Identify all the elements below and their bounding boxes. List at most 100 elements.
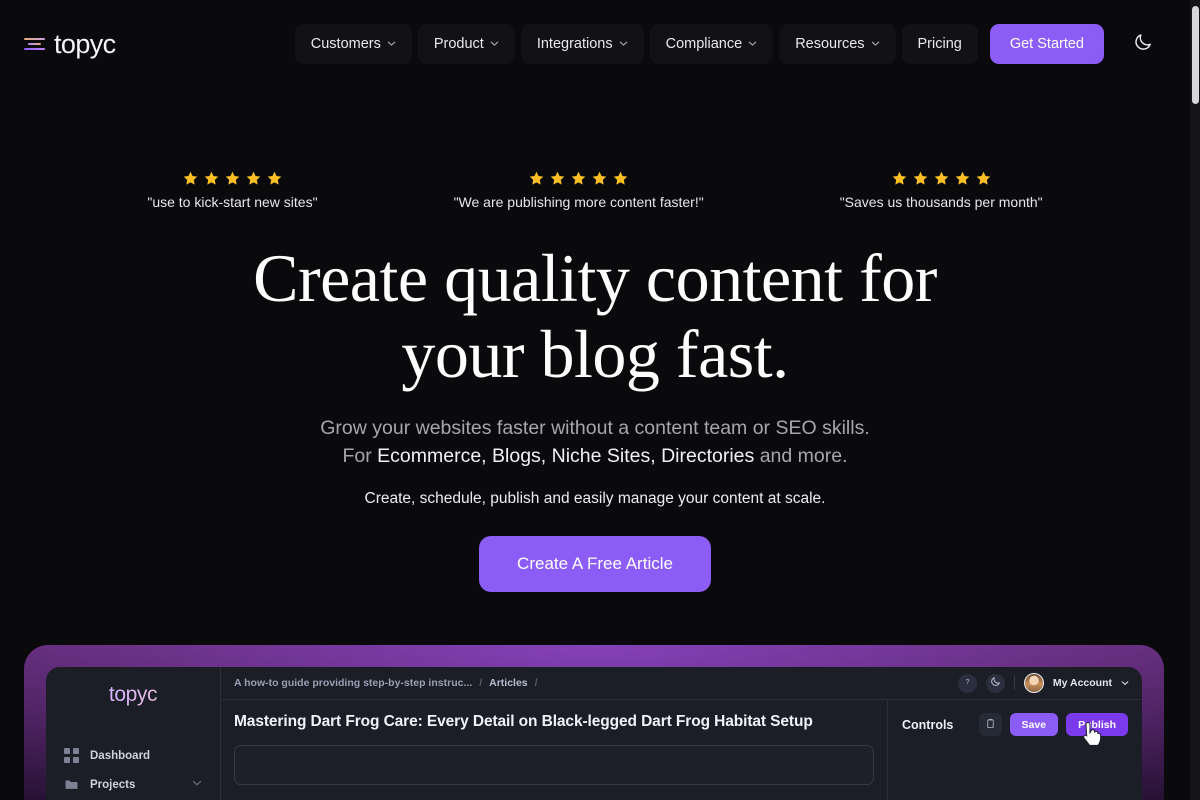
hero-cta-wrap: Create A Free Article bbox=[0, 536, 1190, 592]
star-icon bbox=[529, 171, 544, 185]
star-icon bbox=[976, 171, 990, 185]
star-icon bbox=[934, 171, 948, 185]
controls-row: Controls Save Publish bbox=[902, 713, 1128, 736]
scrollbar-thumb[interactable] bbox=[1192, 6, 1199, 104]
nav-item-customers[interactable]: Customers bbox=[294, 24, 412, 64]
app-theme-toggle-button[interactable] bbox=[985, 673, 1005, 693]
get-started-label: Get Started bbox=[1009, 36, 1084, 52]
nav-label: Customers bbox=[310, 36, 381, 52]
chevron-down-icon bbox=[387, 39, 396, 48]
nav-item-product[interactable]: Product bbox=[417, 24, 515, 64]
star-icon bbox=[267, 171, 282, 185]
theme-toggle-button[interactable] bbox=[1126, 27, 1160, 61]
folder-icon bbox=[64, 777, 79, 792]
star-icon bbox=[183, 171, 198, 185]
svg-text:?: ? bbox=[965, 679, 969, 686]
create-free-article-button[interactable]: Create A Free Article bbox=[479, 536, 711, 592]
nav-label: Product bbox=[433, 36, 484, 52]
testimonial-quote: "We are publishing more content faster!" bbox=[453, 194, 704, 210]
app-body: Mastering Dart Frog Care: Every Detail o… bbox=[221, 700, 1142, 800]
testimonial-quote: "Saves us thousands per month" bbox=[839, 194, 1043, 210]
nav-label: Pricing bbox=[917, 36, 962, 52]
breadcrumb-current: A how-to guide providing step-by-step in… bbox=[234, 677, 473, 689]
star-rating bbox=[147, 170, 317, 187]
article-title: Mastering Dart Frog Care: Every Detail o… bbox=[234, 713, 813, 730]
clipboard-icon bbox=[985, 716, 996, 734]
get-started-button[interactable]: Get Started bbox=[989, 24, 1104, 64]
star-icon bbox=[892, 171, 906, 185]
breadcrumb-articles[interactable]: Articles bbox=[489, 677, 528, 689]
controls-label: Controls bbox=[902, 717, 954, 732]
sidebar-item-projects[interactable]: Projects bbox=[46, 770, 220, 799]
app-window: topyc Dashboard Projects A how-to guide … bbox=[46, 667, 1142, 800]
app-topbar: A how-to guide providing step-by-step in… bbox=[221, 667, 1142, 700]
testimonials-row: "use to kick-start new sites" "We are pu… bbox=[0, 170, 1190, 210]
subtitle-prefix: For bbox=[342, 445, 378, 467]
app-topbar-actions: ? My Account bbox=[957, 673, 1129, 693]
moon-icon bbox=[990, 674, 1001, 692]
sidebar-item-label: Projects bbox=[90, 778, 136, 791]
nav-label: Compliance bbox=[665, 36, 743, 52]
subtitle-line-1: Grow your websites faster without a cont… bbox=[320, 417, 870, 439]
divider bbox=[1013, 676, 1015, 690]
moon-icon bbox=[1133, 32, 1153, 57]
nav-label: Integrations bbox=[536, 36, 613, 52]
grid-icon bbox=[64, 748, 79, 763]
nav-item-pricing[interactable]: Pricing bbox=[901, 24, 978, 64]
brand-logo[interactable]: topyc bbox=[24, 29, 116, 60]
hamburger-gradient-icon bbox=[24, 38, 45, 50]
testimonial-1: "use to kick-start new sites" bbox=[147, 170, 318, 210]
headline-line-1: Create quality content for bbox=[253, 240, 937, 316]
app-preview-frame: topyc Dashboard Projects A how-to guide … bbox=[24, 645, 1164, 800]
chevron-down-icon bbox=[748, 39, 757, 48]
testimonial-3: "Saves us thousands per month" bbox=[840, 170, 1043, 210]
landing-page: topyc Customers Product Integrations Com… bbox=[0, 0, 1200, 800]
chevron-down-icon bbox=[619, 39, 628, 48]
chevron-down-icon bbox=[871, 39, 880, 48]
page-scrollbar[interactable] bbox=[1190, 0, 1200, 800]
save-button[interactable]: Save bbox=[1009, 713, 1059, 736]
nav-item-resources[interactable]: Resources bbox=[779, 24, 896, 64]
subtitle-line-2: For Ecommerce, Blogs, Niche Sites, Direc… bbox=[0, 442, 1190, 470]
top-navigation: topyc Customers Product Integrations Com… bbox=[0, 0, 1190, 88]
testimonial-quote: "use to kick-start new sites" bbox=[147, 194, 318, 210]
avatar bbox=[1023, 673, 1044, 693]
star-icon bbox=[592, 171, 607, 185]
headline-line-2: your blog fast. bbox=[401, 316, 789, 392]
nav-item-compliance[interactable]: Compliance bbox=[649, 24, 774, 64]
star-icon bbox=[913, 171, 927, 185]
brand-name: topyc bbox=[54, 28, 116, 59]
chevron-down-icon bbox=[192, 778, 202, 791]
publish-button[interactable]: Publish bbox=[1066, 713, 1128, 736]
hero-section: Create quality content for your blog fas… bbox=[0, 240, 1190, 592]
subtitle-suffix: and more. bbox=[754, 445, 848, 467]
star-icon bbox=[204, 171, 219, 185]
account-label[interactable]: My Account bbox=[1053, 677, 1112, 689]
breadcrumb-separator: / bbox=[479, 677, 483, 689]
app-sidebar-logo: topyc bbox=[46, 683, 220, 707]
chevron-down-icon bbox=[490, 39, 499, 48]
article-editor-field[interactable] bbox=[234, 745, 874, 785]
hero-subtitle: Grow your websites faster without a cont… bbox=[0, 414, 1190, 470]
star-icon bbox=[246, 171, 261, 185]
star-icon bbox=[955, 171, 969, 185]
breadcrumb-separator: / bbox=[534, 677, 538, 689]
app-sidebar: topyc Dashboard Projects bbox=[46, 667, 221, 800]
sidebar-item-label: Dashboard bbox=[90, 749, 151, 762]
help-button[interactable]: ? bbox=[957, 673, 977, 693]
subtitle-highlight: Ecommerce, Blogs, Niche Sites, Directori… bbox=[377, 445, 755, 467]
app-main: A how-to guide providing step-by-step in… bbox=[221, 667, 1142, 800]
star-icon bbox=[225, 171, 240, 185]
page-title: Create quality content for your blog fas… bbox=[215, 240, 975, 392]
nav-item-integrations[interactable]: Integrations bbox=[520, 24, 644, 64]
question-circle-icon: ? bbox=[962, 674, 973, 692]
star-rating bbox=[840, 170, 1043, 187]
star-rating bbox=[454, 170, 704, 187]
article-column: Mastering Dart Frog Care: Every Detail o… bbox=[221, 700, 887, 800]
chevron-down-icon bbox=[1121, 674, 1129, 692]
copy-button[interactable] bbox=[978, 713, 1002, 736]
sidebar-item-dashboard[interactable]: Dashboard bbox=[46, 741, 220, 770]
testimonial-2: "We are publishing more content faster!" bbox=[454, 170, 704, 210]
star-icon bbox=[613, 171, 628, 185]
controls-panel: Controls Save Publish bbox=[887, 700, 1142, 800]
